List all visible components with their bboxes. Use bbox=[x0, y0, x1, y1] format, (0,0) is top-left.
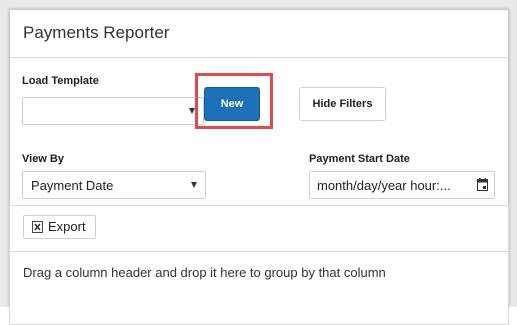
hide-filters-button[interactable]: Hide Filters bbox=[299, 87, 386, 121]
payment-start-date-label: Payment Start Date bbox=[309, 153, 410, 165]
report-grid: Export Drag a column header and drop it … bbox=[9, 205, 509, 325]
export-button-label: Export bbox=[48, 219, 86, 234]
load-template-label: Load Template bbox=[22, 75, 99, 87]
excel-icon bbox=[32, 220, 43, 233]
payment-start-date-placeholder: month/day/year hour:... bbox=[317, 178, 451, 193]
view-by-select[interactable]: Payment Date bbox=[22, 171, 206, 199]
export-button[interactable]: Export bbox=[23, 215, 96, 239]
view-by-label: View By bbox=[22, 153, 64, 165]
new-button[interactable]: New bbox=[204, 87, 260, 121]
payment-start-date-input[interactable]: month/day/year hour:... bbox=[309, 171, 495, 199]
load-template-select[interactable] bbox=[22, 97, 204, 125]
group-by-drop-zone[interactable]: Drag a column header and drop it here to… bbox=[23, 265, 386, 280]
screenshot-frame: Payments Reporter Load Template New Hide… bbox=[0, 0, 517, 325]
view-by-value: Payment Date bbox=[31, 178, 114, 193]
calendar-icon[interactable] bbox=[477, 178, 488, 191]
title-bar: Payments Reporter bbox=[10, 10, 508, 58]
chevron-down-icon bbox=[191, 182, 197, 188]
page-title: Payments Reporter bbox=[23, 23, 170, 42]
grid-toolbar: Export bbox=[10, 206, 508, 252]
